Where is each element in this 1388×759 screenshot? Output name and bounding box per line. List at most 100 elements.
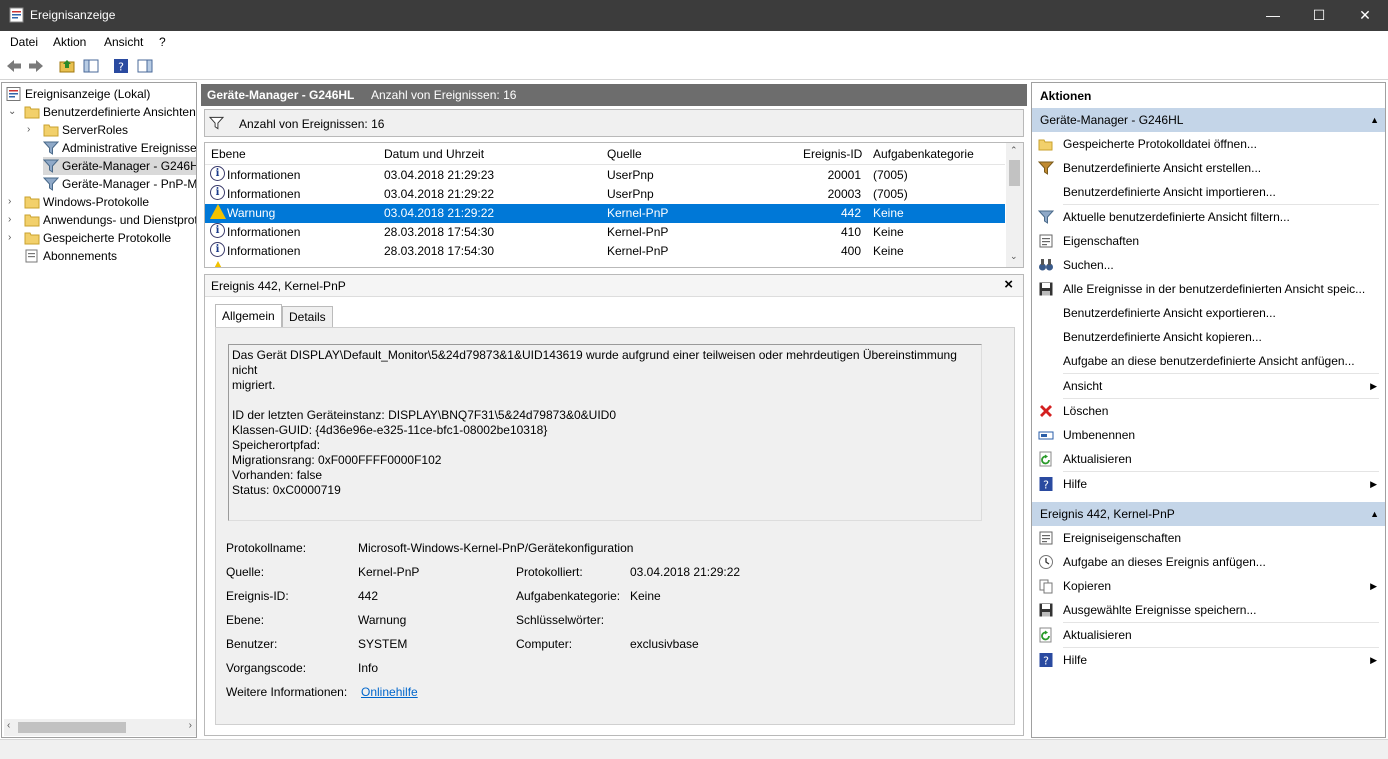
source-value: Kernel-PnP	[358, 565, 420, 579]
show-action-pane-icon[interactable]	[136, 57, 154, 75]
help-icon: ?	[1039, 477, 1053, 492]
tree-item-device-manager-g246hl[interactable]: Geräte-Manager - G246HL	[43, 157, 196, 175]
menu-help[interactable]: ?	[159, 35, 166, 49]
column-header-task-category[interactable]: Aufgabenkategorie	[873, 143, 974, 165]
scrollbar-thumb[interactable]	[18, 722, 126, 733]
action-copy[interactable]: Kopieren ▶	[1032, 574, 1385, 598]
expand-chevron-icon[interactable]: ›	[8, 193, 11, 211]
event-description: Das Gerät DISPLAY\Default_Monitor\5&24d7…	[228, 344, 982, 521]
vertical-scrollbar[interactable]: ⌃ ⌄	[1006, 143, 1023, 267]
table-row-partial[interactable]	[205, 261, 1005, 267]
close-detail-icon[interactable]: ×	[1004, 276, 1013, 293]
tab-details[interactable]: Details	[282, 306, 333, 328]
source-label: Quelle:	[226, 565, 265, 579]
action-view-menu[interactable]: Ansicht ▶	[1032, 374, 1385, 398]
actions-section-view[interactable]: Geräte-Manager - G246HL ▲	[1032, 108, 1385, 132]
up-folder-icon[interactable]	[58, 57, 76, 75]
opcode-label: Vorgangscode:	[226, 661, 307, 675]
scroll-up-icon[interactable]: ⌃	[1010, 145, 1018, 156]
description-line: migriert.	[232, 378, 276, 392]
action-attach-task-view[interactable]: Aufgabe an diese benutzerdefinierte Ansi…	[1032, 349, 1385, 373]
action-label: Aktuelle benutzerdefinierte Ansicht filt…	[1063, 210, 1290, 224]
scroll-down-icon[interactable]: ⌄	[1010, 251, 1018, 262]
actions-section-event[interactable]: Ereignis 442, Kernel-PnP ▲	[1032, 502, 1385, 526]
action-label: Ausgewählte Ereignisse speichern...	[1063, 603, 1257, 617]
collapse-chevron-icon[interactable]: ⌄	[8, 103, 16, 121]
scroll-right-icon[interactable]: ›	[189, 720, 192, 731]
maximize-button[interactable]: ☐	[1296, 0, 1342, 31]
detail-header: Ereignis 442, Kernel-PnP ×	[205, 275, 1023, 297]
keywords-label: Schlüsselwörter:	[516, 613, 605, 627]
filter-icon	[209, 116, 224, 130]
computer-label: Computer:	[516, 637, 573, 651]
action-open-saved-log[interactable]: Gespeicherte Protokolldatei öffnen...	[1032, 132, 1385, 156]
filter-icon	[1038, 210, 1054, 224]
navigation-tree: Ereignisanzeige (Lokal) ⌄ Benutzerdefini…	[1, 82, 197, 738]
table-row[interactable]: i Informationen 28.03.2018 17:54:30 Kern…	[205, 223, 1005, 242]
info-icon: i	[210, 242, 225, 257]
back-arrow-icon[interactable]	[5, 57, 23, 75]
scrollbar-thumb[interactable]	[1009, 160, 1020, 186]
row-event-id: 20001	[827, 168, 861, 182]
action-search[interactable]: Suchen...	[1032, 253, 1385, 277]
action-copy-custom-view[interactable]: Benutzerdefinierte Ansicht kopieren...	[1032, 325, 1385, 349]
action-help-event[interactable]: ? Hilfe ▶	[1032, 648, 1385, 672]
collapse-triangle-icon[interactable]: ▲	[1370, 108, 1379, 132]
action-event-properties[interactable]: Ereigniseigenschaften	[1032, 526, 1385, 550]
menu-ansicht[interactable]: Ansicht	[104, 35, 143, 49]
row-category: (7005)	[873, 168, 908, 182]
action-help[interactable]: ? Hilfe ▶	[1032, 472, 1385, 496]
action-rename[interactable]: Umbenennen	[1032, 423, 1385, 447]
general-tab-content: Das Gerät DISPLAY\Default_Monitor\5&24d7…	[215, 327, 1015, 725]
scroll-left-icon[interactable]: ‹	[7, 720, 10, 731]
menu-datei[interactable]: Datei	[10, 35, 38, 49]
column-header-date[interactable]: Datum und Uhrzeit	[384, 143, 484, 165]
show-hide-tree-icon[interactable]	[82, 57, 100, 75]
action-delete[interactable]: Löschen	[1032, 399, 1385, 423]
minimize-button[interactable]: —	[1250, 0, 1296, 31]
table-row[interactable]: i Informationen 03.04.2018 21:29:22 User…	[205, 185, 1005, 204]
column-header-source[interactable]: Quelle	[607, 143, 642, 165]
action-import-custom-view[interactable]: Benutzerdefinierte Ansicht importieren..…	[1032, 180, 1385, 204]
log-name-label: Protokollname:	[226, 541, 307, 555]
action-refresh[interactable]: Aktualisieren	[1032, 447, 1385, 471]
close-button[interactable]: ✕	[1342, 0, 1388, 31]
folder-icon	[24, 196, 40, 209]
table-row[interactable]: i Informationen 28.03.2018 17:54:30 Kern…	[205, 242, 1005, 261]
collapse-triangle-icon[interactable]: ▲	[1370, 502, 1379, 526]
tab-allgemein[interactable]: Allgemein	[215, 304, 282, 328]
column-header-event-id[interactable]: Ereignis-ID	[803, 143, 862, 165]
table-row[interactable]: i Informationen 03.04.2018 21:29:23 User…	[205, 166, 1005, 185]
table-row-selected[interactable]: Warnung 03.04.2018 21:29:22 Kernel-PnP 4…	[205, 204, 1005, 223]
action-attach-task-event[interactable]: Aufgabe an dieses Ereignis anfügen...	[1032, 550, 1385, 574]
action-save-all-events[interactable]: Alle Ereignisse in der benutzerdefiniert…	[1032, 277, 1385, 301]
menu-aktion[interactable]: Aktion	[53, 35, 86, 49]
action-create-custom-view[interactable]: Benutzerdefinierte Ansicht erstellen...	[1032, 156, 1385, 180]
detail-title: Ereignis 442, Kernel-PnP	[211, 279, 346, 293]
expand-chevron-icon[interactable]: ›	[8, 229, 11, 247]
actions-title: Aktionen	[1032, 84, 1385, 108]
help-icon[interactable]: ?	[112, 57, 130, 75]
description-line: Speicherortpfad:	[232, 438, 321, 452]
action-export-custom-view[interactable]: Benutzerdefinierte Ansicht exportieren..…	[1032, 301, 1385, 325]
menu-bar: Datei Aktion Ansicht ?	[0, 31, 1388, 52]
column-header-level[interactable]: Ebene	[211, 143, 246, 165]
properties-icon	[1039, 234, 1053, 248]
action-refresh-event[interactable]: Aktualisieren	[1032, 623, 1385, 647]
description-line: Vorhanden: false	[232, 468, 323, 482]
online-help-link[interactable]: Onlinehilfe	[361, 685, 418, 699]
forward-arrow-icon[interactable]	[27, 57, 45, 75]
row-level: Informationen	[227, 225, 301, 239]
row-date: 03.04.2018 21:29:22	[384, 187, 495, 201]
action-save-selected-events[interactable]: Ausgewählte Ereignisse speichern...	[1032, 598, 1385, 622]
toolbar: ?	[0, 52, 1388, 80]
action-properties[interactable]: Eigenschaften	[1032, 229, 1385, 253]
action-filter-current-view[interactable]: Aktuelle benutzerdefinierte Ansicht filt…	[1032, 205, 1385, 229]
horizontal-scrollbar[interactable]: ‹ ›	[4, 719, 196, 736]
expand-chevron-icon[interactable]: ›	[8, 211, 11, 229]
expand-chevron-icon[interactable]: ›	[27, 121, 30, 139]
row-source: Kernel-PnP	[607, 225, 669, 239]
actions-pane: Aktionen Geräte-Manager - G246HL ▲ Gespe…	[1031, 82, 1386, 738]
svg-text:?: ?	[1043, 655, 1049, 668]
event-viewer-icon	[6, 87, 21, 101]
